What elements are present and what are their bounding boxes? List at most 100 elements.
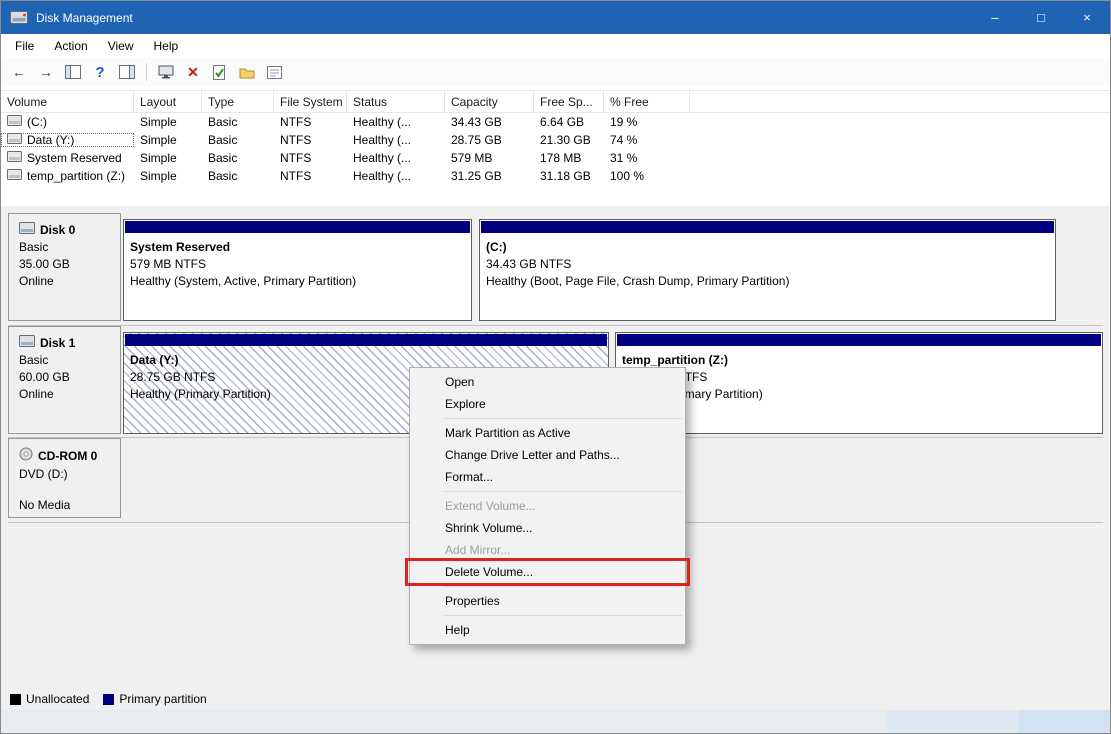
column-header-status[interactable]: Status — [347, 91, 445, 112]
volume-type: Basic — [202, 169, 274, 183]
menu-item-format[interactable]: Format... — [410, 466, 685, 488]
volume-pct-free: 19 % — [604, 115, 690, 129]
partition-size: 34.43 GB NTFS — [486, 256, 1049, 273]
drive-icon — [7, 151, 22, 165]
drive-icon — [7, 169, 22, 183]
cdrom-0-label[interactable]: CD-ROM 0 DVD (D:) No Media — [8, 438, 121, 518]
legend-primary-label: Primary partition — [119, 692, 206, 706]
disk-name: Disk 1 — [40, 335, 75, 352]
primary-partition-swatch — [103, 694, 114, 705]
menu-item-add-mirror: Add Mirror... — [410, 539, 685, 561]
form-icon[interactable] — [262, 61, 286, 83]
menu-item-properties[interactable]: Properties — [410, 590, 685, 612]
partition-title: temp_partition (Z:) — [622, 352, 1096, 369]
menu-item-mark-partition-active[interactable]: Mark Partition as Active — [410, 422, 685, 444]
volume-name: temp_partition (Z:) — [27, 169, 125, 183]
maximize-button[interactable]: □ — [1018, 1, 1064, 34]
app-icon[interactable] — [10, 11, 28, 24]
volume-row-system-reserved[interactable]: System Reserved Simple Basic NTFS Health… — [1, 149, 1110, 167]
volume-pct-free: 31 % — [604, 151, 690, 165]
column-header-capacity[interactable]: Capacity — [445, 91, 534, 112]
disk-0-row: Disk 0 Basic 35.00 GB Online System Rese… — [8, 213, 1103, 325]
unallocated-swatch — [10, 694, 21, 705]
menu-item-delete-volume[interactable]: Delete Volume... — [410, 561, 685, 583]
disk-kind: DVD (D:) — [19, 466, 120, 483]
menu-help[interactable]: Help — [144, 36, 189, 56]
menu-separator — [443, 586, 682, 587]
drive-icon — [7, 115, 22, 129]
disk-size: 60.00 GB — [19, 369, 120, 386]
column-header-free-space[interactable]: Free Sp... — [534, 91, 604, 112]
disk-icon — [19, 222, 35, 239]
volume-layout: Simple — [134, 169, 202, 183]
disk-state: Online — [19, 386, 120, 403]
menu-item-change-drive-letter[interactable]: Change Drive Letter and Paths... — [410, 444, 685, 466]
menu-item-delete-volume-label: Delete Volume... — [445, 565, 533, 579]
volume-free: 31.18 GB — [534, 169, 604, 183]
menu-file[interactable]: File — [5, 36, 44, 56]
menu-separator — [443, 418, 682, 419]
disk-size: 35.00 GB — [19, 256, 120, 273]
folder-icon[interactable] — [235, 61, 259, 83]
action-pane-icon[interactable] — [115, 61, 139, 83]
volume-row-temp-partition[interactable]: temp_partition (Z:) Simple Basic NTFS He… — [1, 167, 1110, 185]
volume-row-data-y[interactable]: Data (Y:) Simple Basic NTFS Healthy (...… — [1, 131, 1110, 149]
partition-status: Healthy (System, Active, Primary Partiti… — [130, 273, 465, 290]
disk-0-label[interactable]: Disk 0 Basic 35.00 GB Online — [8, 213, 121, 321]
toolbar: ← → ? ✕ — [1, 58, 1110, 87]
back-icon[interactable]: ← — [7, 61, 31, 83]
column-header-volume[interactable]: Volume — [1, 91, 134, 112]
volume-status: Healthy (... — [347, 169, 445, 183]
menu-action[interactable]: Action — [44, 36, 97, 56]
drive-icon — [7, 133, 22, 147]
volume-list-panel: Volume Layout Type File System Status Ca… — [1, 86, 1110, 206]
menu-view[interactable]: View — [98, 36, 144, 56]
toolbar-separator — [146, 63, 147, 81]
column-header-type[interactable]: Type — [202, 91, 274, 112]
menu-item-open[interactable]: Open — [410, 371, 685, 393]
check-doc-icon[interactable] — [208, 61, 232, 83]
partition-status: Healthy (Primary Partition) — [622, 386, 1096, 403]
forward-icon[interactable]: → — [34, 61, 58, 83]
volume-fs: NTFS — [274, 151, 347, 165]
disk-kind: Basic — [19, 352, 120, 369]
volume-type: Basic — [202, 133, 274, 147]
partition-title: (C:) — [486, 239, 1049, 256]
volume-status: Healthy (... — [347, 151, 445, 165]
volume-row-c[interactable]: (C:) Simple Basic NTFS Healthy (... 34.4… — [1, 113, 1110, 131]
legend: Unallocated Primary partition — [1, 686, 1110, 712]
column-header-file-system[interactable]: File System — [274, 91, 347, 112]
column-header-layout[interactable]: Layout — [134, 91, 202, 112]
disk-kind: Basic — [19, 239, 120, 256]
help-icon[interactable]: ? — [88, 61, 112, 83]
volume-type: Basic — [202, 115, 274, 129]
volume-fs: NTFS — [274, 169, 347, 183]
volume-fs: NTFS — [274, 115, 347, 129]
disk-1-label[interactable]: Disk 1 Basic 60.00 GB Online — [8, 326, 121, 434]
delete-volume-icon[interactable]: ✕ — [181, 61, 205, 83]
minimize-button[interactable]: – — [972, 1, 1018, 34]
menu-separator — [443, 615, 682, 616]
console-tree-icon[interactable] — [61, 61, 85, 83]
column-header-pct-free[interactable]: % Free — [604, 91, 690, 112]
volume-table-header: Volume Layout Type File System Status Ca… — [1, 90, 1110, 113]
window-title: Disk Management — [36, 11, 133, 25]
disk-state: No Media — [19, 497, 120, 514]
volume-status: Healthy (... — [347, 115, 445, 129]
partition-size: 31.25 GB NTFS — [622, 369, 1096, 386]
partition-status: Healthy (Boot, Page File, Crash Dump, Pr… — [486, 273, 1049, 290]
close-button[interactable]: × — [1064, 1, 1110, 34]
views-icon[interactable] — [154, 61, 178, 83]
menu-item-help[interactable]: Help — [410, 619, 685, 641]
menu-item-shrink-volume[interactable]: Shrink Volume... — [410, 517, 685, 539]
partition-c[interactable]: (C:) 34.43 GB NTFS Healthy (Boot, Page F… — [479, 219, 1056, 321]
legend-unallocated-label: Unallocated — [26, 692, 89, 706]
partition-color-bar — [125, 334, 607, 346]
partition-color-bar — [125, 221, 470, 233]
partition-temp-z[interactable]: temp_partition (Z:) 31.25 GB NTFS Health… — [615, 332, 1103, 434]
window-controls: – □ × — [972, 1, 1110, 34]
menu-item-explore[interactable]: Explore — [410, 393, 685, 415]
volume-free: 6.64 GB — [534, 115, 604, 129]
status-bar-segment-2 — [1019, 710, 1110, 733]
partition-system-reserved[interactable]: System Reserved 579 MB NTFS Healthy (Sys… — [123, 219, 472, 321]
